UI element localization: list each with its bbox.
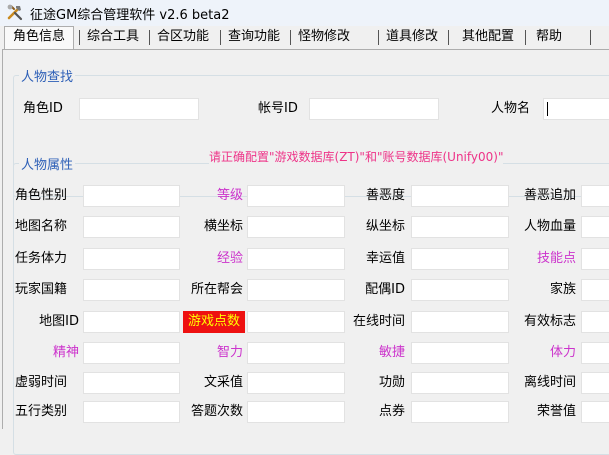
- tab-role-info[interactable]: 角色信息: [4, 26, 74, 50]
- literary-label: 文采值: [203, 375, 243, 390]
- spouse-id-label: 配偶ID: [365, 282, 405, 297]
- task-stamina-label: 任务体力: [15, 251, 68, 266]
- strength-input[interactable]: [581, 342, 609, 364]
- spirit-label: 精神: [52, 345, 79, 360]
- element-type-label: 五行类别: [15, 404, 68, 419]
- search-group-legend: 人物查找: [19, 66, 76, 85]
- gender-label: 角色性别: [15, 188, 68, 203]
- spirit-input[interactable]: [83, 342, 180, 364]
- intelligence-label: 智力: [216, 345, 243, 360]
- morality-bonus-label: 善恶追加: [523, 188, 576, 203]
- level-label: 等级: [216, 188, 243, 203]
- x-coord-input[interactable]: [247, 216, 345, 238]
- db-config-hint: 请正确配置"游戏数据库(ZT)"和"账号数据库(Unify00)": [209, 148, 504, 165]
- tab-help[interactable]: 帮助: [530, 27, 568, 48]
- tab-separator: [525, 30, 526, 45]
- game-points-label: 游戏点数: [183, 311, 245, 333]
- merit-label: 功勋: [378, 375, 405, 390]
- morality-label: 善恶度: [365, 188, 405, 203]
- map-id-input[interactable]: [83, 311, 180, 333]
- y-coord-input[interactable]: [411, 216, 509, 238]
- online-time-label: 在线时间: [352, 314, 405, 329]
- tab-query[interactable]: 查询功能: [225, 27, 283, 48]
- gender-input[interactable]: [83, 185, 180, 207]
- hp-label: 人物血量: [523, 219, 576, 234]
- map-name-label: 地图名称: [15, 219, 68, 234]
- level-input[interactable]: [247, 185, 345, 207]
- luck-label: 幸运值: [365, 251, 405, 266]
- skill-points-label: 技能点: [536, 251, 576, 266]
- morality-bonus-input[interactable]: [581, 185, 609, 207]
- character-name-input[interactable]: [543, 98, 609, 120]
- map-id-label: 地图ID: [39, 314, 79, 329]
- spouse-id-input[interactable]: [411, 279, 509, 301]
- guild-label: 所在帮会: [190, 282, 243, 297]
- nationality-input[interactable]: [83, 279, 180, 301]
- morality-input[interactable]: [411, 185, 509, 207]
- agility-input[interactable]: [411, 342, 509, 364]
- role-info-panel: 人物查找 角色ID 帐号ID 人物名 人物属性 请正确配置"游戏数据库(ZT)"…: [2, 49, 609, 455]
- tab-separator: [220, 30, 221, 45]
- role-id-input[interactable]: [79, 98, 199, 120]
- character-name-label: 人物名: [491, 101, 531, 116]
- x-coord-label: 横坐标: [203, 219, 243, 234]
- coupon-input[interactable]: [411, 401, 509, 423]
- agility-label: 敏捷: [378, 345, 405, 360]
- weak-time-input[interactable]: [83, 372, 180, 394]
- exp-input[interactable]: [247, 248, 345, 270]
- tab-other-config[interactable]: 其他配置: [453, 27, 523, 48]
- literary-input[interactable]: [247, 372, 345, 394]
- merit-input[interactable]: [411, 372, 509, 394]
- text-cursor: [547, 102, 548, 116]
- tab-merge[interactable]: 合区功能: [154, 27, 212, 48]
- title-bar: 征途GM综合管理软件 v2.6 beta2: [0, 0, 609, 26]
- map-name-input[interactable]: [83, 216, 180, 238]
- valid-flag-input[interactable]: [581, 311, 609, 333]
- valid-flag-label: 有效标志: [523, 314, 576, 329]
- intelligence-input[interactable]: [247, 342, 345, 364]
- role-id-label: 角色ID: [23, 101, 63, 116]
- online-time-input[interactable]: [411, 311, 509, 333]
- tab-separator: [79, 30, 80, 45]
- tab-separator: [149, 30, 150, 45]
- tab-separator: [448, 30, 449, 45]
- honor-label: 荣誉值: [536, 404, 576, 419]
- family-input[interactable]: [581, 279, 609, 301]
- tab-monster-edit[interactable]: 怪物修改: [295, 27, 353, 48]
- game-points-input[interactable]: [247, 311, 345, 333]
- family-label: 家族: [549, 282, 576, 297]
- attributes-group-legend: 人物属性: [19, 154, 76, 173]
- luck-input[interactable]: [411, 248, 509, 270]
- window-title: 征途GM综合管理软件 v2.6 beta2: [30, 8, 230, 23]
- quiz-count-label: 答题次数: [190, 404, 243, 419]
- tab-separator: [378, 30, 379, 45]
- honor-input[interactable]: [581, 401, 609, 423]
- strength-label: 体力: [549, 345, 576, 360]
- account-id-input[interactable]: [309, 98, 439, 120]
- account-id-label: 帐号ID: [258, 101, 298, 116]
- hp-input[interactable]: [581, 216, 609, 238]
- element-type-input[interactable]: [83, 401, 180, 423]
- quiz-count-input[interactable]: [247, 401, 345, 423]
- offline-time-input[interactable]: [581, 372, 609, 394]
- task-stamina-input[interactable]: [83, 248, 180, 270]
- coupon-label: 点券: [378, 404, 405, 419]
- y-coord-label: 纵坐标: [365, 219, 405, 234]
- tab-item-edit[interactable]: 道具修改: [383, 27, 441, 48]
- exp-label: 经验: [216, 251, 243, 266]
- nationality-label: 玩家国籍: [15, 282, 68, 297]
- tools-icon: [7, 4, 23, 21]
- offline-time-label: 离线时间: [523, 375, 576, 390]
- weak-time-label: 虚弱时间: [15, 375, 68, 390]
- skill-points-input[interactable]: [581, 248, 609, 270]
- tab-separator: [590, 30, 591, 45]
- tab-tools[interactable]: 综合工具: [84, 27, 142, 48]
- guild-input[interactable]: [247, 279, 345, 301]
- tab-separator: [290, 30, 291, 45]
